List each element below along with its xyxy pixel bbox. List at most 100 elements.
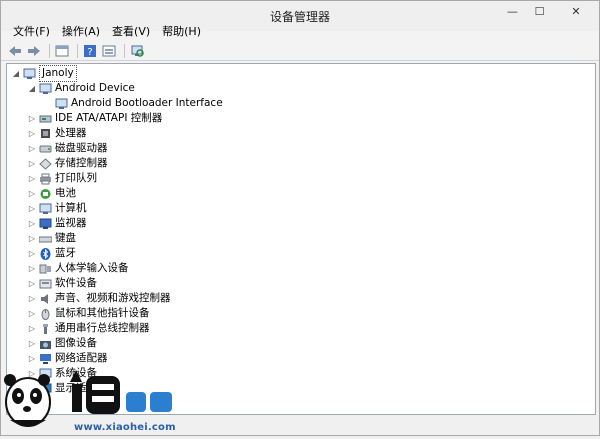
tree-category-row-keyboard[interactable]: ▷ 键盘	[7, 231, 595, 246]
tree-category-row-usb[interactable]: ▷ 通用串行总线控制器	[7, 321, 595, 336]
bluetooth-icon	[39, 247, 52, 260]
tree-device-row[interactable]: Android Bootloader Interface	[7, 96, 595, 111]
tree-category-label[interactable]: 磁盘驱动器	[55, 141, 108, 156]
imaging-icon	[39, 338, 52, 350]
android-device-icon	[39, 83, 52, 95]
hid-icon	[39, 263, 52, 275]
monitor-icon	[39, 218, 52, 230]
tree-category-row-print[interactable]: ▷ 打印队列	[7, 171, 595, 186]
audio-icon	[39, 293, 52, 305]
expand-arrow-icon[interactable]: ▷	[27, 159, 37, 169]
toolbar-separator	[77, 43, 78, 58]
usb-icon	[39, 323, 52, 335]
tree-category-label[interactable]: 鼠标和其他指针设备	[55, 306, 150, 321]
tree-category-label[interactable]: 软件设备	[55, 276, 97, 291]
expand-arrow-icon[interactable]: ▷	[27, 219, 37, 229]
device-tree: ◢ Janoly ◢ Android Device Android Bootlo…	[7, 65, 595, 396]
maximize-button[interactable]: ☐	[526, 1, 553, 21]
tree-category-label[interactable]: 人体学输入设备	[55, 261, 129, 276]
expand-arrow-icon[interactable]: ▷	[27, 324, 37, 334]
menu-view[interactable]: 查看(V)	[106, 23, 156, 41]
close-button[interactable]: ✕	[553, 1, 599, 21]
tree-category-row[interactable]: ◢ Android Device	[7, 81, 595, 96]
tree-category-row-disk[interactable]: ▷ 磁盘驱动器	[7, 141, 595, 156]
storage-icon	[39, 157, 52, 170]
computer-icon	[23, 68, 36, 80]
window-title: 设备管理器	[269, 9, 330, 24]
expand-arrow-icon[interactable]: ▷	[27, 204, 37, 214]
menu-action[interactable]: 操作(A)	[56, 23, 106, 41]
expand-arrow-icon[interactable]: ▷	[27, 189, 37, 199]
expand-arrow-icon[interactable]: ▷	[27, 339, 37, 349]
tree-category-row-hid[interactable]: ▷ 人体学输入设备	[7, 261, 595, 276]
tree-category-row-storage[interactable]: ▷ 存储控制器	[7, 156, 595, 171]
properties-icon[interactable]	[54, 43, 70, 59]
expand-arrow-icon[interactable]: ▷	[27, 264, 37, 274]
tree-category-label[interactable]: 图像设备	[55, 336, 97, 351]
expand-arrow-icon[interactable]: ▷	[27, 129, 37, 139]
tree-category-row-software[interactable]: ▷ 软件设备	[7, 276, 595, 291]
tree-category-label[interactable]: 监视器	[55, 216, 87, 231]
expand-arrow-icon[interactable]: ▷	[27, 144, 37, 154]
ide-icon	[39, 113, 52, 125]
computer-icon	[39, 203, 52, 215]
tree-category-label[interactable]: 处理器	[55, 126, 87, 141]
tree-category-row-bluetooth[interactable]: ▷ 蓝牙	[7, 246, 595, 261]
tree-category-row-imaging[interactable]: ▷ 图像设备	[7, 336, 595, 351]
expand-arrow-icon[interactable]: ▷	[27, 234, 37, 244]
watermark-url: www.xiaohei.com	[74, 422, 176, 433]
minimize-button[interactable]: —	[499, 1, 526, 21]
tree-category-label[interactable]: IDE ATA/ATAPI 控制器	[55, 111, 162, 126]
window-controls: — ☐ ✕	[499, 1, 599, 21]
scan-hardware-icon[interactable]	[129, 43, 145, 59]
expand-arrow-icon[interactable]: ▷	[27, 294, 37, 304]
menu-file[interactable]: 文件(F)	[7, 23, 56, 41]
tree-category-row-ide[interactable]: ▷ IDE ATA/ATAPI 控制器	[7, 111, 595, 126]
mouse-icon	[39, 308, 52, 320]
toolbar-separator	[49, 43, 50, 58]
view-icon[interactable]	[101, 43, 117, 59]
expand-arrow-icon[interactable]: ▷	[27, 249, 37, 259]
tree-category-row-battery[interactable]: ▷ 电池	[7, 186, 595, 201]
tree-category-row-computer[interactable]: ▷ 计算机	[7, 201, 595, 216]
expand-arrow-icon[interactable]: ▷	[27, 309, 37, 319]
disk-icon	[39, 143, 52, 155]
collapse-arrow-icon[interactable]: ◢	[11, 69, 21, 79]
android-device-icon	[55, 98, 68, 110]
tree-category-label[interactable]: 声音、视频和游戏控制器	[55, 291, 171, 306]
keyboard-icon	[39, 233, 52, 245]
svg-text:?: ?	[87, 47, 92, 58]
battery-icon	[39, 188, 52, 200]
expand-arrow-icon[interactable]: ▷	[27, 174, 37, 184]
tree-category-row-audio[interactable]: ▷ 声音、视频和游戏控制器	[7, 291, 595, 306]
menu-help[interactable]: 帮助(H)	[156, 23, 207, 41]
tree-root-row[interactable]: ◢ Janoly	[7, 65, 595, 82]
back-arrow-icon[interactable]	[7, 43, 23, 59]
tree-category-label[interactable]: 通用串行总线控制器	[55, 321, 150, 336]
tree-category-label[interactable]: 蓝牙	[55, 246, 76, 261]
tree-device-label[interactable]: Android Bootloader Interface	[71, 96, 223, 111]
toolbar-separator	[124, 43, 125, 58]
tree-category-label[interactable]: 存储控制器	[55, 156, 108, 171]
tree-category-label[interactable]: 计算机	[55, 201, 87, 216]
tree-category-label[interactable]: 键盘	[55, 231, 76, 246]
expand-arrow-icon[interactable]: ▷	[27, 114, 37, 124]
category-list: ▷ IDE ATA/ATAPI 控制器 ▷ 处理器 ▷ 磁盘驱动器 ▷ 存储控制器 ▷ 打印队列 ▷…	[7, 111, 595, 396]
toolbar: ?	[1, 41, 599, 61]
tree-category-label[interactable]: 电池	[55, 186, 76, 201]
help-icon[interactable]: ?	[82, 43, 98, 59]
tree-category-row-monitor[interactable]: ▷ 监视器	[7, 216, 595, 231]
tree-root-label[interactable]: Janoly	[39, 65, 77, 82]
menu-bar: 文件(F) 操作(A) 查看(V) 帮助(H)	[1, 23, 599, 41]
tree-category-label[interactable]: Android Device	[55, 81, 135, 96]
software-icon	[39, 278, 52, 290]
forward-arrow-icon[interactable]	[26, 43, 42, 59]
watermark-logo: www.xiaohei.com	[0, 362, 200, 436]
tree-category-row-cpu[interactable]: ▷ 处理器	[7, 126, 595, 141]
expand-arrow-icon[interactable]: ▷	[27, 279, 37, 289]
tree-category-label[interactable]: 打印队列	[55, 171, 97, 186]
cpu-icon	[39, 128, 52, 140]
tree-category-row-mouse[interactable]: ▷ 鼠标和其他指针设备	[7, 306, 595, 321]
collapse-arrow-icon[interactable]: ◢	[27, 84, 37, 94]
